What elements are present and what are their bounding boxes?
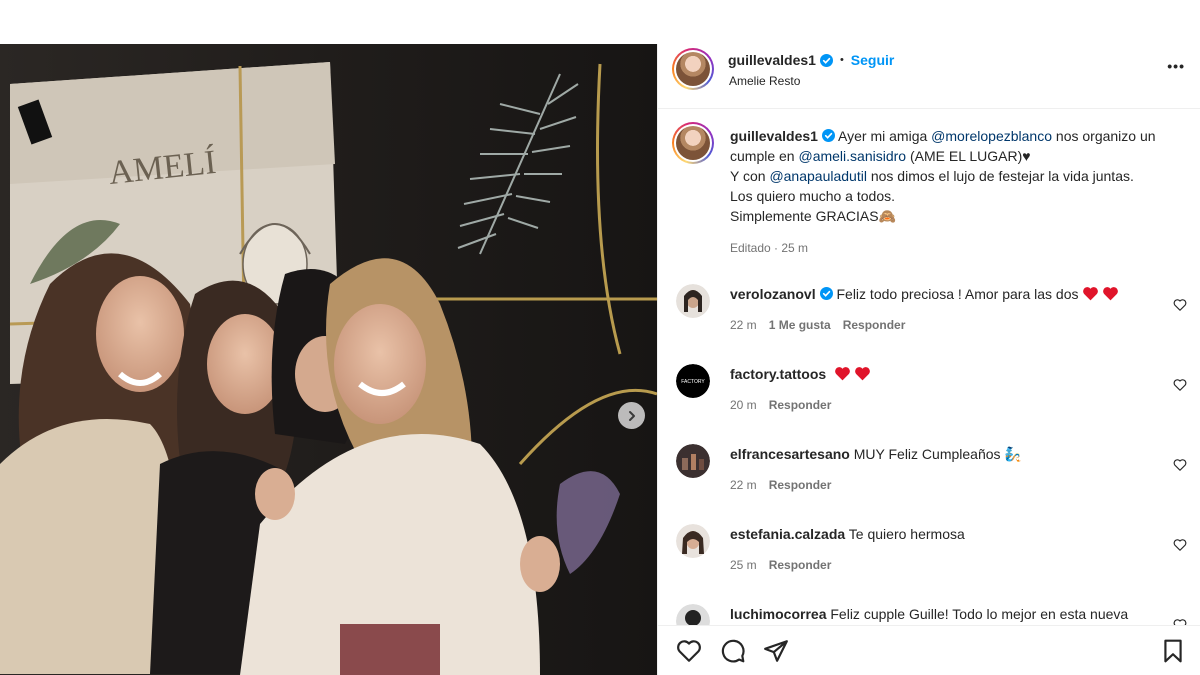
comment-item: luchimocorrea Feliz cupple Guille! Todo … <box>658 604 1200 625</box>
comment-username[interactable]: factory.tattoos <box>730 366 826 382</box>
comment-time: 25 m <box>730 558 757 572</box>
chevron-right-icon <box>628 410 635 421</box>
commenter-avatar[interactable] <box>676 524 710 558</box>
commenter-avatar[interactable] <box>676 604 710 625</box>
comment-time: 22 m <box>730 318 757 332</box>
author-avatar[interactable] <box>672 48 714 90</box>
post-header: guillevaldes1 • Seguir Amelie Resto ••• <box>658 44 1200 109</box>
comment-item: elfrancesartesano MUY Feliz Cumpleaños 🧞… <box>658 444 1200 524</box>
comment-text: Feliz cupple Guille! Todo lo mejor en es… <box>826 606 1129 622</box>
red-heart-emoji-icon <box>1082 287 1098 301</box>
reply-button[interactable]: Responder <box>769 558 832 572</box>
post-actions-bar <box>658 625 1200 675</box>
caption-text: nos dimos el lujo de festejar la vida ju… <box>866 168 1134 184</box>
caption-meta: Editado · 25 m <box>730 241 820 255</box>
comment-item: verolozanovl Feliz todo preciosa ! Amor … <box>658 284 1200 364</box>
comment-username[interactable]: verolozanovl <box>730 286 816 302</box>
like-comment-heart-icon[interactable] <box>1173 618 1187 625</box>
top-strip <box>0 0 1200 44</box>
comment-item: estefania.calzada Te quiero hermosa 25 m… <box>658 524 1200 604</box>
bookmark-icon[interactable] <box>1160 638 1186 664</box>
separator-dot: • <box>839 54 844 66</box>
comment-username[interactable]: luchimocorrea <box>730 606 826 622</box>
comment-icon[interactable] <box>720 638 746 664</box>
share-icon[interactable] <box>763 638 789 664</box>
comment-time: 22 m <box>730 478 757 492</box>
like-comment-heart-icon[interactable] <box>1173 298 1187 312</box>
next-photo-button[interactable] <box>618 402 645 429</box>
comment-text-line: elfrancesartesano MUY Feliz Cumpleaños 🧞 <box>730 444 1160 464</box>
verified-badge-icon <box>819 287 833 300</box>
comment-text-line: luchimocorrea Feliz cupple Guille! Todo … <box>730 604 1160 624</box>
photo-scene: AMELÍ <box>0 44 657 675</box>
comments-list[interactable]: guillevaldes1 Ayer mi amiga @morelopezbl… <box>658 110 1200 625</box>
caption-text: Los quiero mucho a todos. <box>730 188 895 204</box>
red-heart-emoji-icon <box>855 367 871 381</box>
post-sidebar: guillevaldes1 • Seguir Amelie Resto ••• … <box>657 44 1200 675</box>
comment-meta: 22 m Responder <box>730 478 843 492</box>
mention-link[interactable]: @morelopezblanco <box>931 128 1052 144</box>
verified-badge-icon <box>821 129 835 142</box>
like-comment-heart-icon[interactable] <box>1173 378 1187 392</box>
mention-link[interactable]: @ameli.sanisidro <box>798 148 906 164</box>
caption-text: Simplemente GRACIAS🙈 <box>730 208 897 224</box>
header-user-line: guillevaldes1 • Seguir <box>728 52 894 68</box>
commenter-avatar[interactable] <box>676 444 710 478</box>
comment-text: Feliz todo preciosa ! Amor para las dos <box>832 286 1079 302</box>
reply-button[interactable]: Responder <box>769 398 832 412</box>
comment-text-line: estefania.calzada Te quiero hermosa <box>730 524 1160 544</box>
caption-text: Y con <box>730 168 770 184</box>
heart-icon[interactable] <box>676 638 702 664</box>
avatar-logo-text: FACTORY <box>681 379 705 385</box>
more-options-button[interactable]: ••• <box>1167 58 1185 74</box>
red-heart-emoji-icon <box>835 367 851 381</box>
like-comment-heart-icon[interactable] <box>1173 458 1187 472</box>
post-caption: guillevaldes1 Ayer mi amiga @morelopezbl… <box>730 126 1180 226</box>
caption-username[interactable]: guillevaldes1 <box>730 128 818 144</box>
comment-text-line: factory.tattoos <box>730 364 1160 384</box>
post-location[interactable]: Amelie Resto <box>729 74 800 88</box>
commenter-avatar[interactable]: FACTORY <box>676 364 710 398</box>
comment-text-line: verolozanovl Feliz todo preciosa ! Amor … <box>730 284 1160 304</box>
comment-username[interactable]: elfrancesartesano <box>730 446 850 462</box>
commenter-avatar[interactable] <box>676 284 710 318</box>
comment-meta: 20 m Responder <box>730 398 843 412</box>
caption-avatar[interactable] <box>672 122 714 164</box>
reply-button[interactable]: Responder <box>843 318 906 332</box>
comment-text: MUY Feliz Cumpleaños 🧞 <box>849 446 1022 462</box>
post-photo[interactable]: AMELÍ <box>0 44 657 675</box>
mention-link[interactable]: @anapauladutil <box>769 168 867 184</box>
caption-text: (AME EL LUGAR)♥ <box>906 148 1031 164</box>
follow-button[interactable]: Seguir <box>851 52 895 68</box>
red-heart-emoji-icon <box>1102 287 1118 301</box>
reply-button[interactable]: Responder <box>769 478 832 492</box>
author-username[interactable]: guillevaldes1 <box>728 52 816 68</box>
like-comment-heart-icon[interactable] <box>1173 538 1187 552</box>
comment-likes-count[interactable]: 1 Me gusta <box>769 318 831 332</box>
caption-edited-time: Editado · 25 m <box>730 241 809 255</box>
caption-text: Ayer mi amiga <box>834 128 932 144</box>
comment-item: FACTORY factory.tattoos 20 m Responder <box>658 364 1200 444</box>
verified-badge-icon <box>819 53 833 67</box>
comment-text: Te quiero hermosa <box>845 526 965 542</box>
comment-meta: 22 m 1 Me gusta Responder <box>730 318 917 332</box>
comment-time: 20 m <box>730 398 757 412</box>
comment-username[interactable]: estefania.calzada <box>730 526 845 542</box>
comment-meta: 25 m Responder <box>730 558 843 572</box>
